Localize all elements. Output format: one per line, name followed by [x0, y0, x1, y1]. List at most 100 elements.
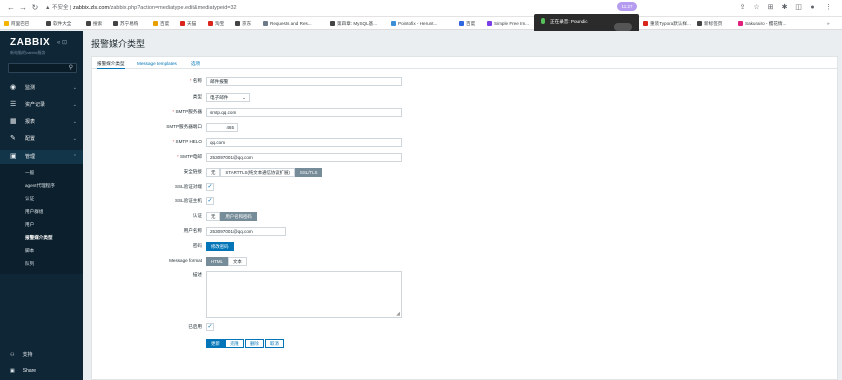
delete-button[interactable]: 删除 — [245, 339, 264, 348]
url-host: zabbix.zls.com — [73, 5, 110, 11]
list-icon: ☰ — [10, 101, 17, 108]
wrench-icon: ✎ — [10, 135, 16, 142]
security-label: 安全链接 — [183, 169, 202, 174]
back-icon[interactable]: ← — [6, 3, 16, 13]
submenu-user-groups[interactable]: 用户群组 — [25, 208, 43, 215]
description-label: 描述 — [192, 272, 202, 277]
bookmark-item[interactable]: 百度 — [153, 20, 169, 27]
menu-item-configuration[interactable]: ✎ 配置 ⌄ — [0, 132, 83, 146]
zabbix-logo[interactable]: ZABBIX — [10, 37, 50, 48]
ssl-verify-host-checkbox[interactable]: ✓ — [206, 197, 214, 205]
submenu-users[interactable]: 用户 — [25, 221, 34, 228]
bookmark-item[interactable]: Simple Free Im... — [487, 20, 529, 27]
submenu-authentication[interactable]: 认证 — [25, 195, 34, 202]
smtp-server-label: * SMTP服务器 — [172, 109, 202, 114]
bookmark-item[interactable]: 新标签页 — [697, 20, 722, 27]
name-input[interactable]: 邮件报警 — [206, 77, 402, 86]
collapse-sidebar-icon[interactable]: « ⊡ — [57, 39, 67, 46]
auth-option-username-password[interactable]: 用户名和密码 — [220, 212, 257, 221]
resize-handle-icon[interactable]: ◢ — [396, 312, 400, 317]
smtp-helo-input[interactable]: qq.com — [206, 138, 402, 147]
auth-label: 认证 — [192, 213, 202, 218]
search-icon[interactable]: ⚲ — [69, 65, 73, 72]
bookmark-item[interactable]: 京东 — [235, 20, 251, 27]
share-icon: ▣ — [10, 368, 15, 374]
submenu-media-types[interactable]: 报警媒介类型 — [25, 234, 53, 241]
star-icon[interactable]: ☆ — [752, 3, 761, 12]
bookmark-item[interactable]: 重装Typora默认样... — [643, 20, 691, 27]
url-path: /zabbix.php?action=mediatype.edit&mediat… — [109, 5, 237, 11]
bookmark-item[interactable]: 第四章: MySQL基... — [330, 20, 377, 27]
account-icon[interactable]: ● — [808, 3, 817, 12]
sidepanel-icon[interactable]: ◫ — [794, 3, 803, 12]
tab-bar: 报警媒介类型 Message templates 选项 — [92, 57, 837, 69]
security-segmented-control: 无 STARTTLS(纯文本通信协议扩展) SSL/TLS — [206, 168, 323, 177]
smtp-server-input[interactable]: smtp.qq.com — [206, 108, 402, 117]
submenu-scripts[interactable]: 脚本 — [25, 247, 34, 254]
page-title: 报警媒介类型 — [91, 39, 146, 49]
type-label: 类型 — [192, 94, 202, 99]
description-textarea[interactable]: ◢ — [206, 271, 402, 318]
share-link[interactable]: ▣ Share — [10, 367, 36, 375]
share-page-icon[interactable]: ⇪ — [738, 3, 747, 12]
menu-item-inventory[interactable]: ☰ 资产记录 ⌄ — [0, 98, 83, 112]
enabled-checkbox[interactable]: ✓ — [206, 323, 214, 331]
bookmark-item[interactable]: 阿里巴巴 — [4, 20, 29, 27]
change-password-button[interactable]: 修改密码 — [206, 242, 234, 251]
submenu-queue[interactable]: 队列 — [25, 260, 34, 267]
smtp-port-input[interactable]: 465 — [206, 123, 238, 132]
server-name: 新电脑的zabbix服务 — [10, 50, 46, 55]
security-option-ssl-tls[interactable]: SSL/TLS — [294, 168, 323, 177]
smtp-email-input[interactable]: 253097001@qq.com — [206, 153, 402, 162]
forward-icon[interactable]: → — [18, 3, 28, 13]
auth-option-none[interactable]: 无 — [206, 212, 221, 221]
eye-icon: ◉ — [10, 84, 17, 91]
username-input[interactable]: 253097001@qq.com — [206, 227, 286, 236]
submenu-general[interactable]: 一般 — [25, 169, 34, 176]
format-option-text[interactable]: 文本 — [227, 257, 247, 266]
submenu-proxies[interactable]: agent代理程序 — [25, 182, 55, 189]
format-option-html[interactable]: HTML — [206, 257, 228, 266]
bookmark-item[interactable]: 搜索 — [86, 20, 102, 27]
sidebar-search-input[interactable]: ⚲ — [8, 63, 77, 73]
menu-item-monitoring[interactable]: ◉ 监测 ⌄ — [0, 81, 83, 95]
form-panel: 报警媒介类型 Message templates 选项 * 名称 邮件报警 类型… — [91, 56, 838, 380]
extension-icon[interactable]: ⊞ — [766, 3, 775, 12]
bookmarks-more[interactable]: » — [827, 20, 830, 27]
chevron-down-icon: ⌄ — [72, 85, 77, 91]
bookmark-item[interactable]: Pointofix - Herunt... — [391, 20, 437, 27]
smtp-port-label: SMTP服务器端口 — [166, 124, 202, 129]
admin-icon: ▣ — [10, 153, 17, 160]
sidebar: ZABBIX « ⊡ 新电脑的zabbix服务 ⚲ ◉ 监测 ⌄ ☰ 资产记录 … — [0, 31, 83, 380]
administration-submenu: 一般 agent代理程序 认证 用户群组 用户 报警媒介类型 脚本 队列 — [0, 164, 83, 274]
bookmarks-bar: 阿里巴巴 软件大全 搜索 苏宁易购 百度 天猫 淘宝 京东 Requests a… — [0, 17, 842, 30]
bookmark-item[interactable]: 淘宝 — [208, 20, 224, 27]
recording-label: 正在录音: Poundic — [550, 19, 588, 24]
security-option-starttls[interactable]: STARTTLS(纯文本通信协议扩展) — [220, 168, 295, 177]
security-option-none[interactable]: 无 — [206, 168, 221, 177]
bookmark-item[interactable]: Requests and Res... — [263, 20, 312, 27]
bookmark-item[interactable]: 天猫 — [180, 20, 196, 27]
tab-message-templates[interactable]: Message templates — [137, 60, 177, 67]
bookmark-item[interactable]: 苏宁易购 — [113, 20, 138, 27]
message-format-label: Message format — [169, 258, 202, 263]
kebab-menu-icon[interactable]: ⋮ — [824, 3, 833, 12]
type-select[interactable]: 电子邮件 ⌄ — [206, 93, 250, 102]
update-button[interactable]: 更新 — [206, 339, 225, 348]
ssl-verify-peer-checkbox[interactable]: ✓ — [206, 183, 214, 191]
cancel-button[interactable]: 取消 — [265, 339, 284, 348]
username-label: 用户名称 — [183, 228, 202, 233]
menu-item-reports[interactable]: ▦ 报表 ⌄ — [0, 115, 83, 129]
auth-segmented-control: 无 用户名和密码 — [206, 212, 257, 221]
support-link[interactable]: ⚇ 支持 — [10, 351, 33, 359]
reload-icon[interactable]: ↻ — [30, 3, 40, 13]
puzzle-icon[interactable]: ✱ — [780, 3, 789, 12]
bookmark-item[interactable]: Sakurairo - 樱花情... — [738, 20, 786, 27]
tab-options[interactable]: 选项 — [191, 60, 200, 67]
bookmark-item[interactable]: 百度 — [459, 20, 475, 27]
clone-button[interactable]: 克隆 — [225, 339, 244, 348]
bookmark-item[interactable]: 软件大全 — [46, 20, 71, 27]
tab-media-type[interactable]: 报警媒介类型 — [97, 60, 125, 69]
address-bar[interactable]: ▲ 不安全 | zabbix.zls.com/zabbix.php?action… — [45, 4, 237, 12]
menu-item-administration[interactable]: ▣ 管理 ⌃ — [0, 150, 83, 164]
